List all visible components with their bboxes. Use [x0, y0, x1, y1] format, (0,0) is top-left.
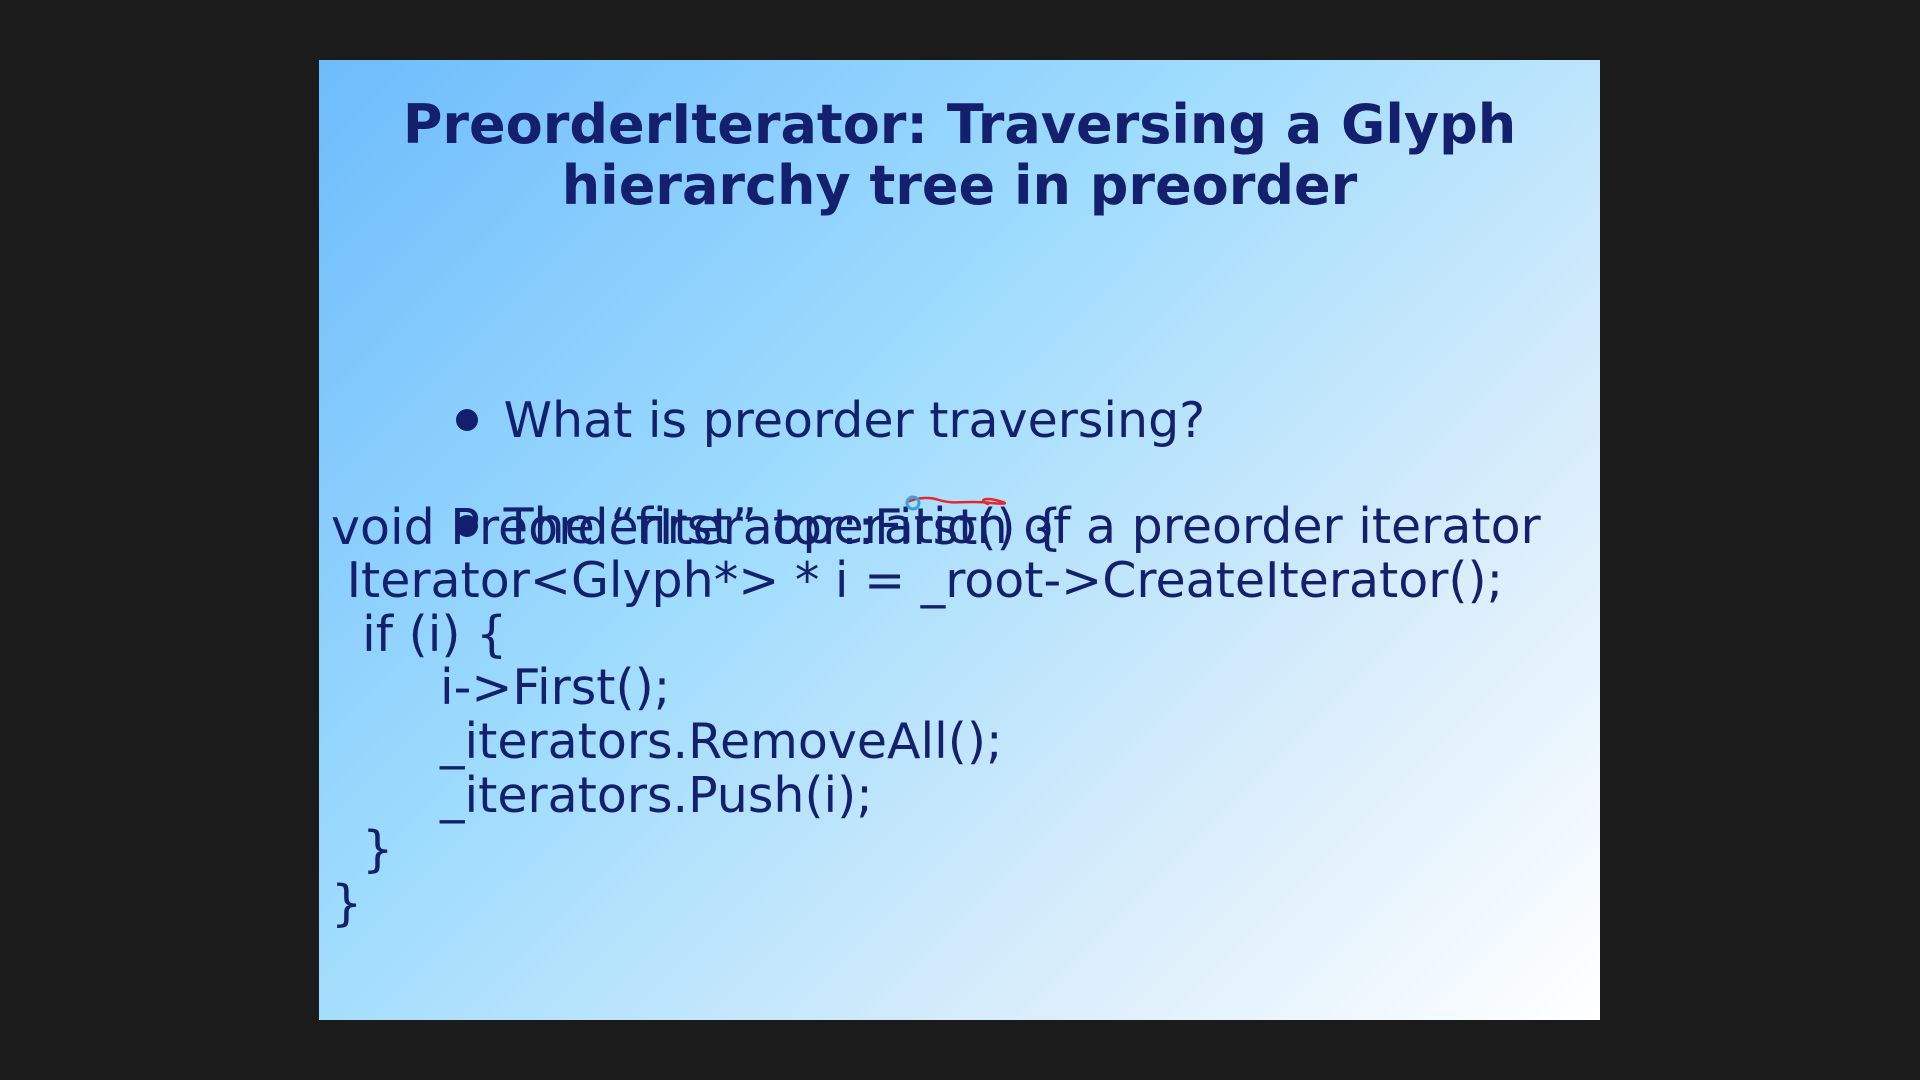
bullet-text: What is preorder traversing? [503, 392, 1206, 449]
code-line: if (i) { [331, 606, 508, 663]
code-line: _iterators.Push(i); [331, 767, 873, 824]
code-line: i->First(); [331, 659, 671, 716]
slide-title: PreorderIterator: Traversing a Glyph hie… [319, 94, 1600, 216]
code-line: } [331, 875, 363, 932]
code-line: } [331, 821, 394, 878]
slide-title-line-2: hierarchy tree in preorder [561, 154, 1358, 217]
presentation-slide: PreorderIterator: Traversing a Glyph hie… [319, 60, 1600, 1020]
video-frame: PreorderIterator: Traversing a Glyph hie… [0, 0, 1920, 1080]
bullet-dot-icon [455, 408, 478, 431]
code-line: _iterators.RemoveAll(); [331, 713, 1003, 770]
slide-title-line-1: PreorderIterator: Traversing a Glyph [402, 93, 1517, 156]
code-line: Iterator<Glyph*> * i = _root->CreateIter… [331, 552, 1504, 609]
code-line: void PreorderIterator::First() { [331, 499, 1063, 556]
